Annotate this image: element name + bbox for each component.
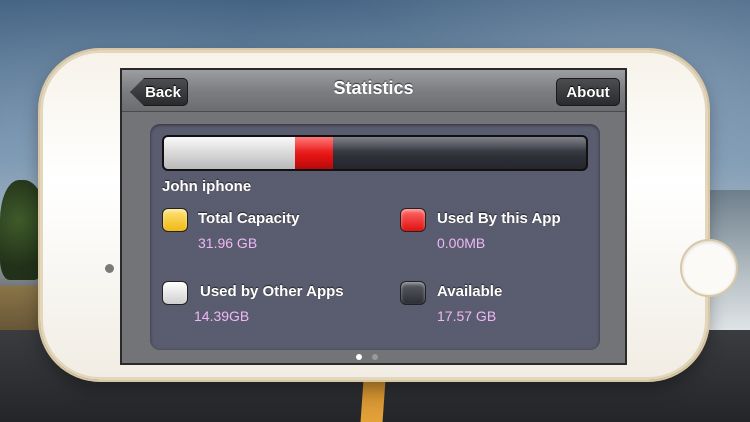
statistics-panel: John iphone Total Capacity 31.96 GB Used…: [150, 124, 600, 350]
page-title: Statistics: [333, 78, 414, 98]
storage-usage-bar: [162, 135, 588, 171]
home-button[interactable]: [680, 239, 738, 297]
app-screen: Back Statistics About John iphone Total …: [120, 68, 627, 365]
page-indicator[interactable]: [352, 354, 392, 362]
about-button[interactable]: About: [556, 78, 620, 106]
used-by-app-label: Used By this App: [437, 210, 561, 227]
used-by-other-swatch-icon: [162, 281, 188, 305]
available-label: Available: [437, 283, 503, 300]
available-value: 17.57 GB: [437, 308, 497, 324]
bar-gloss: [164, 137, 586, 152]
used-by-app-swatch-icon: [400, 208, 426, 232]
used-by-other-value: 14.39GB: [194, 308, 250, 324]
total-capacity-swatch-icon: [162, 208, 188, 232]
available-swatch-icon: [400, 281, 426, 305]
total-capacity-value: 31.96 GB: [198, 235, 258, 251]
page-dot-active[interactable]: [356, 354, 362, 360]
background-road-line: [360, 380, 386, 422]
used-by-app-value: 0.00MB: [437, 235, 486, 251]
navigation-bar: Back Statistics About: [122, 70, 625, 112]
device-name: John iphone: [162, 178, 252, 195]
camera-icon: [105, 264, 114, 273]
used-by-other-label: Used by Other Apps: [200, 283, 344, 300]
page-dot[interactable]: [372, 354, 378, 360]
total-capacity-label: Total Capacity: [198, 210, 300, 227]
